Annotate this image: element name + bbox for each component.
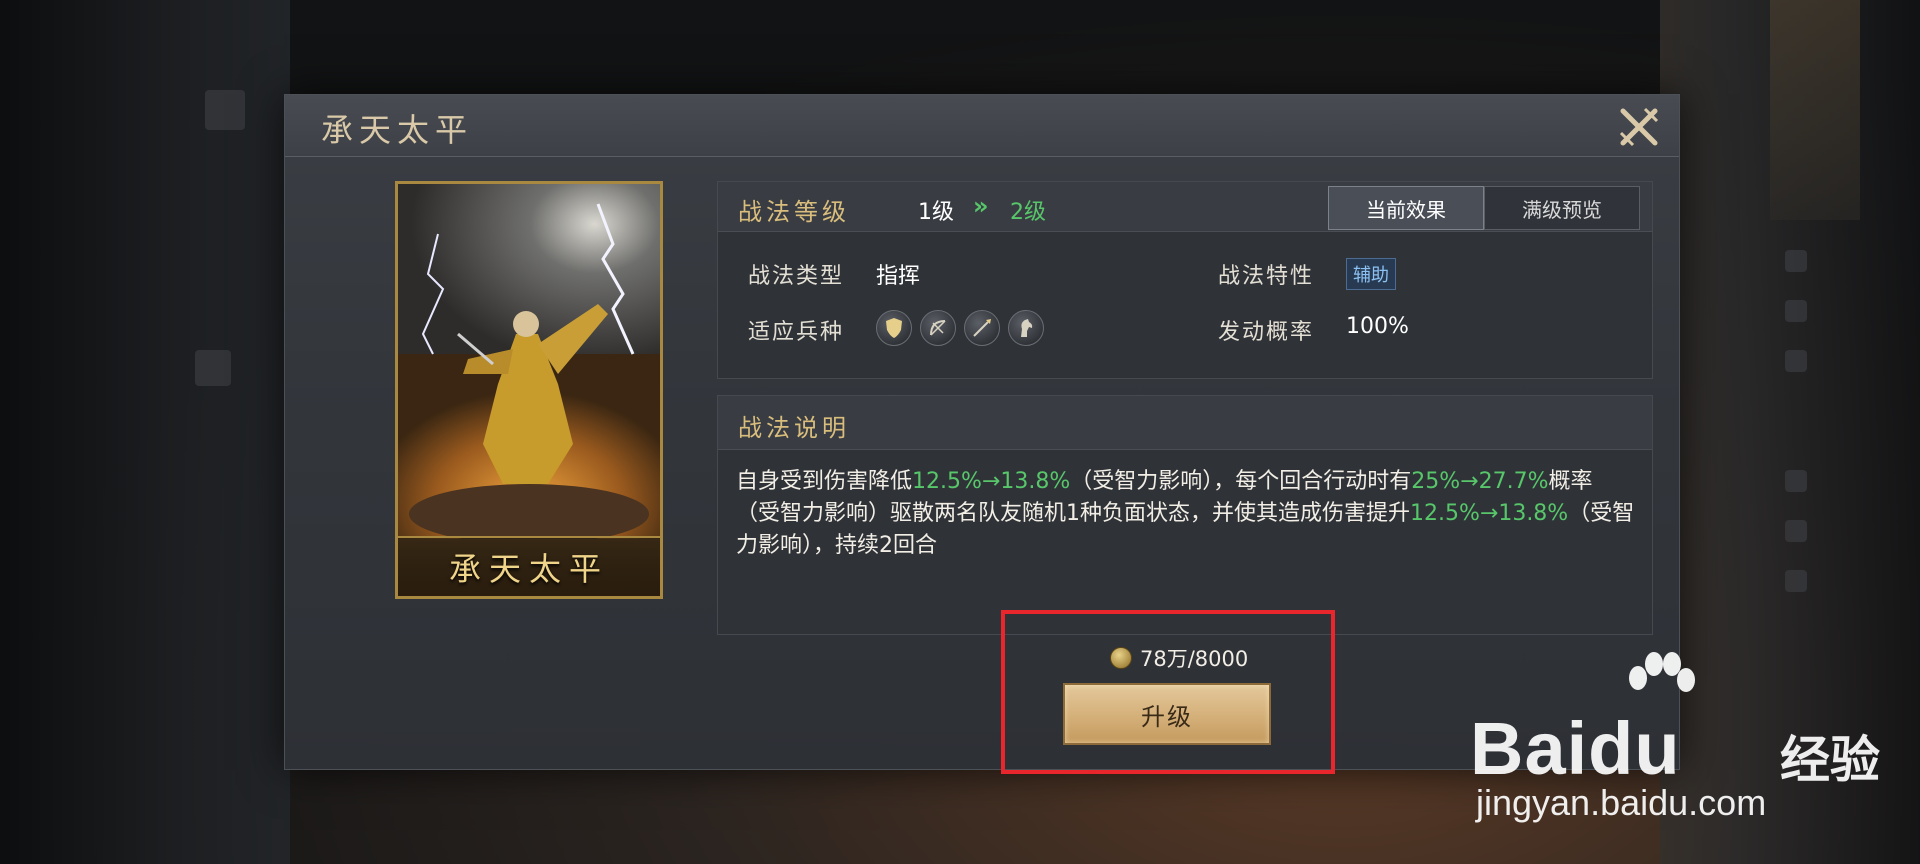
- skill-description-text: 自身受到伤害降低12.5%→13.8%（受智力影响），每个回合行动时有25%→2…: [736, 466, 1636, 562]
- skill-type-value: 指挥: [876, 264, 921, 289]
- desc-highlight: 12.5%→13.8%: [1410, 501, 1569, 526]
- skill-trait-badge: 辅助: [1346, 258, 1396, 290]
- skill-description-header: 战法说明: [718, 396, 1652, 450]
- skill-trait-label: 战法特性: [1218, 264, 1315, 289]
- watermark-product: 经验: [1780, 732, 1880, 788]
- next-level: 2级: [1010, 200, 1046, 225]
- level-arrow-icon: »: [973, 192, 989, 220]
- close-icon[interactable]: [1615, 103, 1663, 151]
- shield-icon: [876, 310, 912, 346]
- baidu-watermark: Baidu 经验 jingyan.baidu.com: [1470, 650, 1890, 830]
- horse-icon: [1008, 310, 1044, 346]
- skill-description-panel: 战法说明 自身受到伤害降低12.5%→13.8%（受智力影响），每个回合行动时有…: [717, 395, 1653, 635]
- close-button[interactable]: [1615, 103, 1663, 151]
- unit-types-label: 适应兵种: [748, 320, 845, 345]
- skill-card-art: [398, 184, 660, 539]
- desc-segment: 自身受到伤害降低: [736, 469, 913, 494]
- dialog-title: 承天太平: [321, 111, 474, 149]
- skill-type-label: 战法类型: [748, 264, 845, 289]
- skill-card-name: 承天太平: [448, 550, 609, 588]
- background-side-panel: [1770, 0, 1860, 220]
- desc-highlight: 25%→27.7%: [1411, 469, 1549, 494]
- annotation-highlight-box: [1001, 610, 1335, 774]
- spear-icon: [964, 310, 1000, 346]
- skill-description-title: 战法说明: [738, 414, 850, 442]
- watermark-brand: Baidu: [1470, 707, 1681, 790]
- dialog-header: 承天太平: [285, 95, 1679, 157]
- desc-highlight: 12.5%→13.8%: [912, 469, 1071, 494]
- current-level: 1级: [918, 200, 954, 225]
- bow-icon: [920, 310, 956, 346]
- background-left: [0, 0, 290, 864]
- skill-level-title: 战法等级: [738, 198, 850, 226]
- skill-info-panel: 战法等级 1级 » 2级 当前效果 满级预览 战法类型 指挥 战法特性 辅助 适…: [717, 181, 1653, 379]
- tab-max-preview[interactable]: 满级预览: [1484, 186, 1640, 230]
- trigger-chance-label: 发动概率: [1218, 320, 1315, 345]
- skill-card: 承天太平: [395, 181, 663, 599]
- tab-current-effect[interactable]: 当前效果: [1328, 186, 1484, 230]
- desc-segment: （受智力影响），每个回合行动时有: [1070, 469, 1412, 494]
- watermark-url: jingyan.baidu.com: [1476, 782, 1767, 823]
- skill-level-row: 战法等级 1级 » 2级 当前效果 满级预览: [718, 182, 1652, 232]
- trigger-chance-value: 100%: [1346, 314, 1409, 339]
- skill-card-name-bar: 承天太平: [398, 536, 660, 596]
